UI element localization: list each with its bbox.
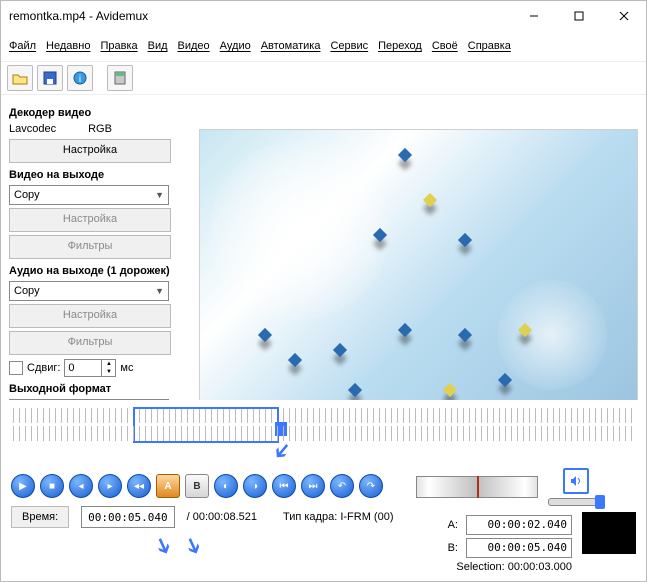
stop-button[interactable]: ■ — [40, 474, 64, 498]
decoder-codec: Lavcodec — [9, 123, 56, 135]
maximize-button[interactable] — [556, 2, 601, 31]
video-out-title: Видео на выходе — [9, 169, 183, 181]
shift-spinner[interactable]: 0 ▲▼ — [64, 359, 116, 377]
first-frame-button[interactable]: ⏮ — [272, 474, 296, 498]
decoder-title: Декодер видео — [9, 107, 183, 119]
menu-edit[interactable]: Правка — [100, 40, 137, 52]
last-frame-button[interactable]: ⏭ — [301, 474, 325, 498]
chevron-down-icon: ▼ — [155, 286, 164, 296]
b-mark-value[interactable]: 00:00:05.040 — [466, 538, 572, 558]
menu-tools[interactable]: Сервис — [330, 40, 368, 52]
menu-go[interactable]: Переход — [378, 40, 422, 52]
jog-wheel[interactable] — [416, 476, 538, 498]
volume-icon[interactable] — [563, 468, 589, 494]
video-out-filters-button: Фильтры — [9, 235, 171, 259]
set-b-marker-button[interactable]: B — [185, 474, 209, 498]
info-icon[interactable]: i — [67, 65, 93, 91]
output-format-title: Выходной формат — [9, 383, 183, 395]
window-title: remontka.mp4 - Avidemux — [1, 9, 511, 23]
a-mark-value[interactable]: 00:00:02.040 — [466, 515, 572, 535]
menu-recent[interactable]: Недавно — [46, 40, 90, 52]
open-file-icon[interactable] — [7, 65, 33, 91]
audio-out-configure-button: Настройка — [9, 304, 171, 328]
chevron-down-icon: ▼ — [155, 190, 164, 200]
menubar: Файл Недавно Правка Вид Видео Аудио Авто… — [1, 31, 646, 61]
menu-help[interactable]: Справка — [468, 40, 511, 52]
menu-view[interactable]: Вид — [148, 40, 168, 52]
audio-out-title: Аудио на выходе (1 дорожек) — [9, 265, 183, 277]
timeline-ruler-bottom[interactable] — [13, 426, 634, 441]
save-icon[interactable] — [37, 65, 63, 91]
audio-out-filters-button: Фильтры — [9, 331, 171, 355]
calculator-icon[interactable] — [107, 65, 133, 91]
current-time-field[interactable]: 00:00:05.040 — [81, 506, 174, 528]
menu-file[interactable]: Файл — [9, 40, 36, 52]
a-mark-label2: A: — [448, 519, 458, 531]
back-1min-button[interactable]: ↶ — [330, 474, 354, 498]
preview-thumb — [582, 512, 636, 554]
fwd-1min-button[interactable]: ↷ — [359, 474, 383, 498]
decoder-format: RGB — [88, 123, 112, 135]
minimize-button[interactable] — [511, 2, 556, 31]
volume-slider[interactable] — [548, 498, 604, 506]
timeline-ruler-top[interactable] — [13, 408, 634, 423]
set-a-marker-button[interactable]: A — [156, 474, 180, 498]
decoder-configure-button[interactable]: Настройка — [9, 139, 171, 163]
play-button[interactable]: ▶ — [11, 474, 35, 498]
prev-keyframe-button[interactable]: ◂◂ — [127, 474, 151, 498]
close-button[interactable] — [601, 2, 646, 31]
menu-audio[interactable]: Аудио — [220, 40, 251, 52]
svg-text:i: i — [79, 74, 81, 85]
shift-label: Сдвиг: — [27, 362, 60, 374]
selection-duration: Selection: 00:00:03.000 — [416, 561, 572, 573]
next-black-button[interactable]: ◑ — [243, 474, 267, 498]
next-frame-button[interactable]: ▸ — [98, 474, 122, 498]
menu-video[interactable]: Видео — [178, 40, 210, 52]
prev-black-button[interactable]: ◐ — [214, 474, 238, 498]
total-time: / 00:00:08.521 — [187, 511, 257, 523]
time-label-button[interactable]: Время: — [11, 506, 69, 528]
menu-own[interactable]: Своё — [432, 40, 458, 52]
menu-auto[interactable]: Автоматика — [261, 40, 321, 52]
shift-checkbox[interactable] — [9, 361, 23, 375]
shift-unit: мс — [120, 362, 133, 374]
video-out-configure-button: Настройка — [9, 208, 171, 232]
video-out-combo[interactable]: Copy▼ — [9, 185, 169, 205]
audio-out-combo[interactable]: Copy▼ — [9, 281, 169, 301]
b-mark-label: B: — [448, 542, 458, 554]
frame-type: Тип кадра: I-FRM (00) — [283, 511, 394, 523]
prev-frame-button[interactable]: ◂ — [69, 474, 93, 498]
video-preview — [199, 129, 638, 400]
